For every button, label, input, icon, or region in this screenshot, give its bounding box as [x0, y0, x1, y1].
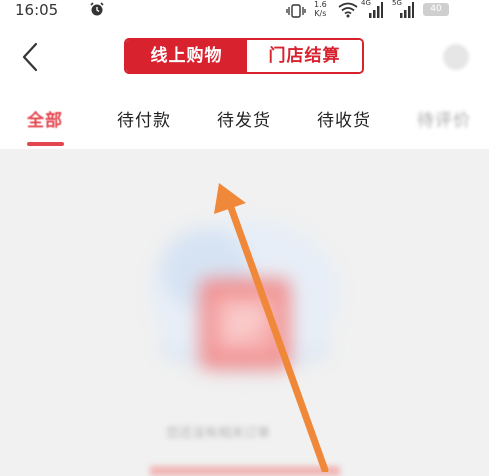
annotation-arrow [214, 183, 329, 472]
